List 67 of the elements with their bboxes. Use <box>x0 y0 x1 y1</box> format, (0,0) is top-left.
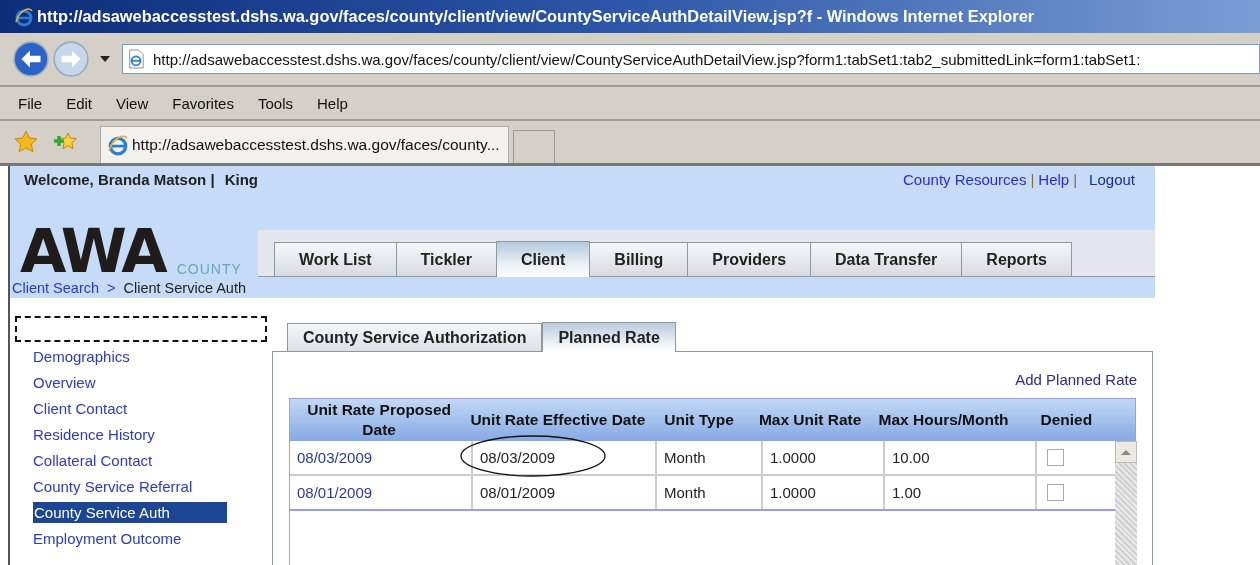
table-cell: Month <box>657 441 763 474</box>
sidebar-item[interactable]: Overview <box>33 372 96 393</box>
sidebar-item[interactable]: Client Contact <box>33 398 128 419</box>
header-link[interactable]: Help <box>1038 170 1070 188</box>
sidebar-item[interactable]: Residence History <box>33 424 155 445</box>
sub-tab[interactable]: Planned Rate <box>542 322 676 352</box>
star-icon[interactable] <box>14 130 38 154</box>
browser-logo-icon <box>14 6 34 27</box>
link-separator: | <box>1073 170 1078 188</box>
dropdown-caret-icon[interactable] <box>100 56 110 62</box>
table-cell: 08/03/2009 <box>473 441 657 474</box>
nav-tab[interactable]: Data Transfer <box>810 242 963 276</box>
add-planned-rate-link[interactable]: Add Planned Rate <box>1015 370 1137 388</box>
sidebar-item[interactable]: County Service Auth <box>33 502 227 523</box>
menu-item[interactable]: Tools <box>257 94 293 112</box>
column-header: Unit Rate Effective Date <box>469 410 647 430</box>
nav-tab[interactable]: Client <box>495 241 591 277</box>
county-name: King <box>224 170 258 188</box>
table-cell: 10.00 <box>885 441 1037 474</box>
date-link[interactable]: 08/01/2009 <box>290 476 473 509</box>
sub-tab[interactable]: County Service Authorization <box>287 323 543 351</box>
table-cell: 1.0000 <box>763 441 885 474</box>
breadcrumb-link[interactable]: Client Search <box>12 279 100 296</box>
menu-item[interactable]: Help <box>317 94 348 112</box>
denied-checkbox[interactable] <box>1047 484 1064 501</box>
breadcrumb-separator: > <box>107 279 116 296</box>
link-separator: | <box>1030 170 1035 188</box>
menu-item[interactable]: Favorites <box>172 94 234 112</box>
denied-checkbox[interactable] <box>1047 449 1064 466</box>
menu-item[interactable]: File <box>18 94 43 112</box>
window-title: http://adsawebaccesstest.dshs.wa.gov/faces/county/client/view/CountyServiceAuthDetailView.jsp?f - Windows Internet Explorer <box>37 7 1035 26</box>
menu-item[interactable]: Edit <box>66 94 93 112</box>
sidebar-item[interactable]: Employment Outcome <box>33 528 182 549</box>
sidebar-item[interactable]: County Service Referral <box>33 476 193 497</box>
new-tab-button[interactable] <box>512 130 555 163</box>
address-field[interactable]: http://adsawebaccesstest.dshs.wa.gov/faces/county/client/view/CountyServiceAuthDetailView.jsp?form1:tabSet1:tab2_submittedLink=form1:tabSet1: <box>122 44 1260 74</box>
scrollbar[interactable] <box>1115 441 1137 565</box>
column-header: Unit Type <box>663 410 735 430</box>
sidebar-item[interactable]: Demographics <box>33 346 130 367</box>
nav-tab[interactable]: Tickler <box>395 242 497 276</box>
nav-tab[interactable]: Providers <box>687 242 812 276</box>
page-icon <box>127 49 145 69</box>
browser-logo-icon <box>107 134 129 156</box>
nav-tab[interactable]: Work List <box>274 242 397 276</box>
welcome-text: Welcome, Branda Matson | <box>24 170 215 188</box>
table-cell: 08/01/2009 <box>473 476 657 509</box>
sidebar-item[interactable]: Collateral Contact <box>33 450 153 471</box>
breadcrumb-current: Client Service Auth <box>123 279 247 296</box>
nav-tab[interactable]: Reports <box>961 242 1072 276</box>
column-header: Max Unit Rate <box>757 410 863 430</box>
column-header: Unit Rate Proposed Date <box>306 400 453 440</box>
nav-tab[interactable]: Billing <box>589 242 689 276</box>
column-header: Denied <box>1039 410 1094 430</box>
back-button[interactable] <box>12 40 50 78</box>
logo-text: AWA <box>20 225 165 277</box>
forward-button[interactable] <box>52 40 90 78</box>
date-link[interactable]: 08/03/2009 <box>290 441 473 474</box>
table-cell: 1.00 <box>885 476 1037 509</box>
logo-subtitle: COUNTY <box>176 261 242 277</box>
header-link[interactable]: County Resources <box>903 170 1027 188</box>
scroll-up-button[interactable] <box>1115 441 1137 463</box>
menu-item[interactable]: View <box>116 94 149 112</box>
column-header: Max Hours/Month <box>877 410 1010 430</box>
table-cell: 1.0000 <box>763 476 885 509</box>
table-cell: Month <box>657 476 763 509</box>
browser-tab[interactable]: http://adsawebaccesstest.dshs.wa.gov/faces/county... <box>100 126 509 163</box>
logout-link[interactable]: Logout <box>1089 170 1135 188</box>
